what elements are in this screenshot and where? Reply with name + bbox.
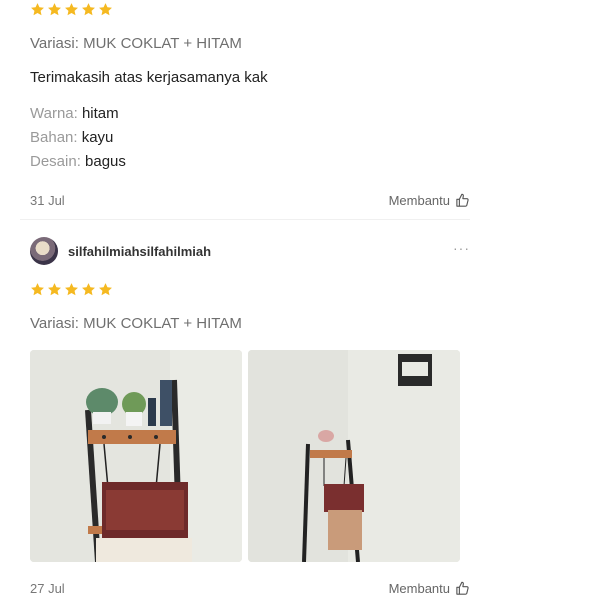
attribute-key: Bahan:: [30, 129, 78, 146]
attribute-row: Warna: hitam: [30, 102, 470, 126]
helpful-button[interactable]: Membantu: [389, 193, 470, 208]
helpful-button[interactable]: Membantu: [389, 581, 470, 596]
review-photo[interactable]: [30, 350, 242, 562]
review-variant: Variasi: MUK COKLAT + HITAM: [30, 35, 242, 52]
star-icon: [47, 282, 62, 297]
star-rating: [30, 0, 470, 18]
star-icon: [30, 282, 45, 297]
reviewer-row: silfahilmiahsilfahilmiah ···: [30, 236, 470, 266]
attribute-value: bagus: [85, 153, 126, 170]
review-footer: 31 Jul Membantu: [30, 190, 470, 210]
helpful-label: Membantu: [388, 580, 450, 596]
attribute-value: hitam: [81, 105, 119, 122]
attribute-row: Desain: bagus: [30, 150, 470, 174]
attribute-key: Warna:: [30, 105, 78, 122]
star-icon: [81, 2, 96, 17]
review-footer: 27 Jul Membantu: [30, 578, 470, 598]
star-icon: [30, 2, 45, 17]
star-icon: [64, 2, 79, 17]
review-divider: [20, 219, 470, 220]
reviewer-username[interactable]: silfahilmiahsilfahilmiah: [68, 244, 211, 259]
star-icon: [98, 282, 113, 297]
attribute-row: Bahan: kayu: [30, 126, 470, 150]
review-date: 31 Jul: [30, 192, 65, 208]
review-variant: Variasi: MUK COKLAT + HITAM: [30, 315, 242, 332]
attribute-value: kayu: [81, 129, 114, 146]
more-options-icon[interactable]: ···: [453, 240, 470, 256]
star-icon: [81, 282, 96, 297]
star-rating: [30, 280, 470, 298]
review-date: 27 Jul: [30, 580, 65, 596]
star-icon: [64, 282, 79, 297]
review-attributes: Warna: hitam Bahan: kayu Desain: bagus: [30, 102, 470, 174]
review-photo[interactable]: [248, 350, 460, 562]
thumbs-up-icon: [455, 581, 470, 596]
helpful-label: Membantu: [388, 192, 450, 208]
attribute-key: Desain:: [30, 153, 81, 170]
review-card: Variasi: MUK COKLAT + HITAM Terimakasih …: [30, 0, 470, 210]
star-icon: [47, 2, 62, 17]
review-photos: [30, 350, 470, 562]
review-card: silfahilmiahsilfahilmiah ··· Variasi: MU…: [30, 222, 470, 598]
avatar[interactable]: [30, 237, 58, 265]
review-comment: Terimakasih atas kerjasamanya kak: [30, 69, 268, 86]
star-icon: [98, 2, 113, 17]
thumbs-up-icon: [455, 193, 470, 208]
